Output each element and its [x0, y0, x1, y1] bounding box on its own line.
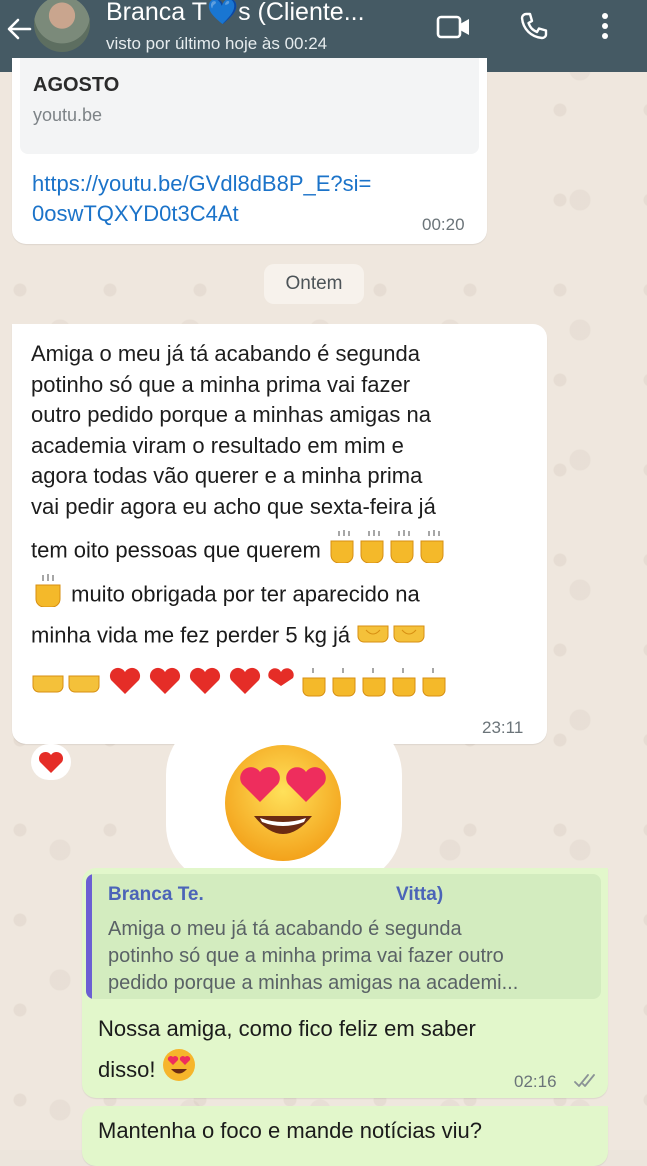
reply-line: Nossa amiga, como fico feliz em saber	[98, 1016, 476, 1041]
message-line-with-emoji: muito obrigada por ter aparecido na	[31, 573, 420, 618]
last-seen-status[interactable]: visto por último hoje às 00:24	[106, 34, 327, 54]
link-message-bubble[interactable]: AGOSTO youtu.be https://youtu.be/GVdl8dB…	[12, 58, 487, 244]
quoted-line: pedido porque a minhas amigas na academi…	[108, 972, 519, 994]
message-time: 02:16	[514, 1072, 557, 1091]
heart-eyes-sticker[interactable]	[222, 742, 344, 869]
message-text: Mantenha o foco e mande notícias viu?	[98, 1118, 483, 1143]
message-body: Amiga o meu já tá acabando é segunda pot…	[31, 333, 541, 528]
outgoing-message-bubble[interactable]: Mantenha o foco e mande notícias viu?	[82, 1106, 608, 1166]
reply-text: Nossa amiga, como fico feliz em saber di…	[98, 1010, 476, 1094]
message-line: tem oito pessoas que querem	[31, 537, 321, 563]
link-preview-title: AGOSTO	[33, 74, 120, 96]
link-url[interactable]: https://youtu.be/GVdl8dB8P_E?si= 0oswTQX…	[32, 169, 371, 229]
double-check-icon	[574, 1072, 600, 1095]
outgoing-reply-bubble[interactable]: Branca Te. Vitta) Amiga o meu já tá acab…	[82, 868, 608, 1098]
reply-line-with-emoji: disso!	[98, 1048, 476, 1094]
link-url-line-1[interactable]: https://youtu.be/GVdl8dB8P_E?si=	[32, 169, 371, 199]
emoji-row	[31, 664, 481, 705]
phone-icon[interactable]	[518, 10, 550, 47]
message-time: 00:20	[422, 215, 465, 234]
link-url-line-2[interactable]: 0oswTQXYD0t3C4At	[32, 199, 371, 229]
incoming-message-bubble[interactable]: Amiga o meu já tá acabando é segunda pot…	[12, 324, 547, 744]
message-line-with-emoji: minha vida me fez perder 5 kg já	[31, 616, 428, 657]
reply-line: disso!	[98, 1056, 156, 1082]
quoted-text: Amiga o meu já tá acabando é segunda pot…	[108, 916, 518, 997]
contact-name[interactable]: Branca T💙s (Cliente...	[106, 0, 365, 27]
link-preview-domain: youtu.be	[33, 105, 103, 125]
date-separator: Ontem	[264, 264, 364, 304]
raising-hands-emoji-row	[327, 529, 451, 574]
quoted-author-end: Vitta)	[396, 884, 444, 905]
quoted-author: Branca Te.	[108, 884, 204, 905]
quoted-line: potinho só que a minha prima vai fazer o…	[108, 945, 504, 967]
raising-hands-emoji	[31, 573, 65, 618]
message-line: muito obrigada por ter aparecido na	[71, 581, 420, 607]
message-line: vai pedir agora eu acho que sexta-feira …	[31, 493, 436, 519]
heart-eyes-emoji	[162, 1048, 196, 1094]
heart-hands-emoji-pair	[356, 616, 428, 657]
reaction-heart-badge[interactable]	[31, 744, 71, 780]
video-call-icon[interactable]	[436, 12, 472, 47]
quoted-message[interactable]: Branca Te. Vitta) Amiga o meu já tá acab…	[86, 874, 601, 999]
back-arrow-icon[interactable]	[4, 14, 34, 50]
quote-bar	[86, 874, 92, 999]
avatar[interactable]	[34, 0, 90, 52]
more-vert-icon[interactable]	[598, 10, 612, 47]
message-line-with-emoji: tem oito pessoas que querem	[31, 529, 451, 574]
link-preview-card[interactable]: AGOSTO youtu.be	[20, 58, 479, 154]
message-time: 23:11	[482, 718, 524, 737]
quoted-line: Amiga o meu já tá acabando é segunda	[108, 918, 462, 940]
message-line: minha vida me fez perder 5 kg já	[31, 622, 351, 648]
